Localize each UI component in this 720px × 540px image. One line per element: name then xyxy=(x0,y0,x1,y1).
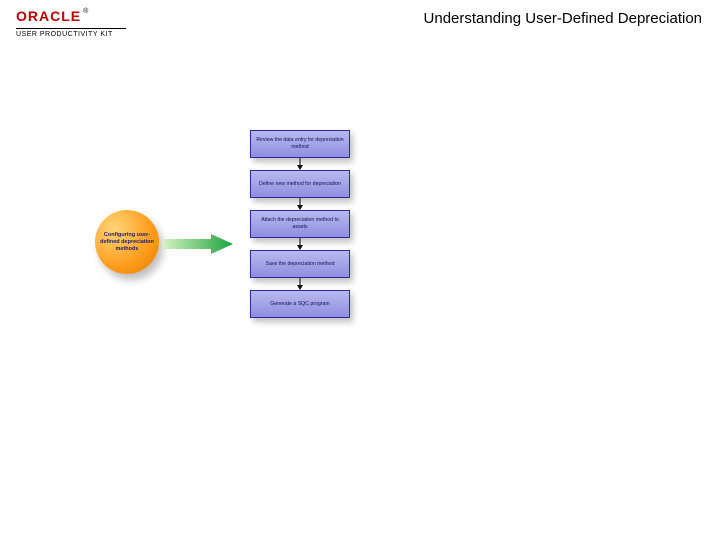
flow-step: Save the depreciation method xyxy=(250,250,350,278)
page-title: Understanding User-Defined Depreciation xyxy=(424,10,702,27)
trademark-symbol: ® xyxy=(83,8,88,15)
flow-step-label: Define new method for depreciation xyxy=(259,181,341,188)
flow-step-label: Attach the depreciation method to assets xyxy=(254,217,346,231)
brand-word: ORACLE xyxy=(16,8,81,24)
product-name: USER PRODUCTIVITY KIT xyxy=(16,31,126,38)
flow-step: Generate a SQC program xyxy=(250,290,350,318)
flow-step-label: Review the data entry for depreciation m… xyxy=(254,137,346,151)
start-circle: Configuring user-defined depreciation me… xyxy=(95,210,159,274)
flow-step: Review the data entry for depreciation m… xyxy=(250,130,350,158)
flow-step: Attach the depreciation method to assets xyxy=(250,210,350,238)
flow-step: Define new method for depreciation xyxy=(250,170,350,198)
flow-diagram: Configuring user-defined depreciation me… xyxy=(95,130,395,380)
flow-step-label: Generate a SQC program xyxy=(270,301,329,308)
header: ORACLE® USER PRODUCTIVITY KIT Understand… xyxy=(0,0,720,40)
oracle-logo: ORACLE® USER PRODUCTIVITY KIT xyxy=(16,8,126,38)
start-circle-label: Configuring user-defined depreciation me… xyxy=(99,232,155,253)
flow-steps: Review the data entry for depreciation m… xyxy=(240,130,360,318)
flow-step-label: Save the depreciation method xyxy=(266,261,335,268)
logo-divider xyxy=(16,28,126,29)
big-arrow-icon xyxy=(163,234,233,254)
